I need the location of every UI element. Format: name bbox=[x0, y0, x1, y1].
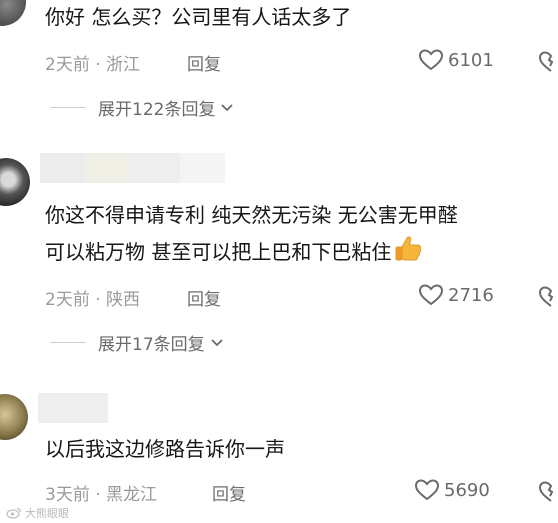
chevron-down-icon bbox=[221, 103, 234, 111]
chevron-down-icon bbox=[211, 338, 223, 346]
heart-icon bbox=[418, 49, 444, 71]
avatar[interactable] bbox=[0, 158, 30, 206]
avatar[interactable] bbox=[0, 0, 26, 26]
heart-icon bbox=[414, 479, 440, 501]
like-button[interactable]: 6101 bbox=[418, 48, 494, 72]
dislike-icon[interactable] bbox=[538, 480, 558, 508]
comment-text: 可以粘万物 甚至可以把上巴和下巴粘住 bbox=[45, 235, 423, 273]
avatar[interactable] bbox=[0, 394, 28, 440]
comment-text: 你好 怎么买？公司里有人话太多了 bbox=[45, 5, 352, 29]
heart-icon bbox=[418, 284, 444, 306]
username-blurred bbox=[38, 393, 108, 423]
divider bbox=[50, 342, 86, 343]
expand-replies[interactable]: 展开122条回复 bbox=[50, 95, 234, 120]
like-count: 5690 bbox=[444, 479, 490, 501]
comment-text: 以后我这边修路告诉你一声 bbox=[45, 437, 285, 461]
watermark: 大熊眼眼 bbox=[6, 505, 69, 521]
comment-meta: 3天前 · 黑龙江 bbox=[45, 485, 158, 505]
reply-button[interactable]: 回复 bbox=[187, 285, 221, 310]
thumbs-up-icon bbox=[393, 235, 423, 273]
weibo-logo-icon bbox=[6, 507, 22, 519]
like-button[interactable]: 2716 bbox=[418, 283, 494, 307]
reply-button[interactable]: 回复 bbox=[187, 50, 221, 75]
dislike-icon[interactable] bbox=[538, 50, 558, 78]
comment-text: 你这不得申请专利 纯天然无污染 无公害无甲醛 bbox=[45, 203, 458, 227]
comment-meta: 2天前 · 陕西 bbox=[45, 290, 141, 310]
like-button[interactable]: 5690 bbox=[414, 478, 490, 502]
dislike-icon[interactable] bbox=[538, 285, 558, 313]
divider bbox=[50, 107, 86, 108]
like-count: 2716 bbox=[448, 284, 494, 306]
expand-replies[interactable]: 展开17条回复 bbox=[50, 330, 224, 355]
like-count: 6101 bbox=[448, 49, 494, 71]
reply-button[interactable]: 回复 bbox=[212, 480, 246, 505]
username-blurred bbox=[40, 153, 230, 183]
comment-meta: 2天前 · 浙江 bbox=[45, 55, 141, 75]
